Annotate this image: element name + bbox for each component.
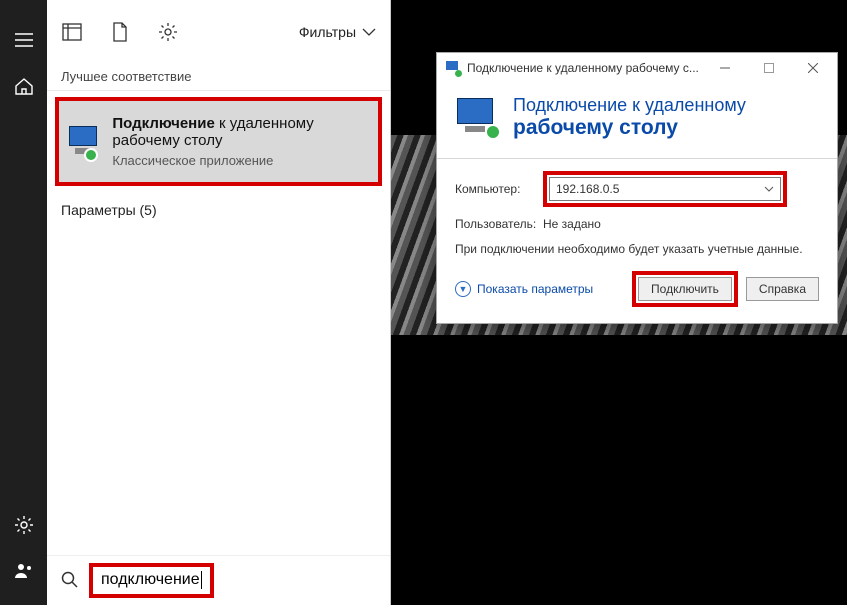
search-result-text: Подключение к удаленному рабочему столу … xyxy=(112,115,370,168)
close-button[interactable] xyxy=(791,54,835,82)
computer-label: Компьютер: xyxy=(455,182,533,196)
window-buttons xyxy=(703,54,835,82)
search-box-row: подключение xyxy=(47,555,390,605)
filters-label: Фильтры xyxy=(299,24,356,40)
connect-button-highlight: Подключить xyxy=(632,271,738,307)
start-rail xyxy=(0,0,47,605)
chevron-down-icon xyxy=(764,186,774,192)
minimize-button[interactable] xyxy=(703,54,747,82)
rdp-header-icon xyxy=(455,96,499,140)
credentials-note: При подключении необходимо будет указать… xyxy=(455,241,819,257)
settings-results-header[interactable]: Параметры (5) xyxy=(47,192,390,228)
search-result-title: Подключение к удаленному рабочему столу xyxy=(112,115,370,149)
rdp-body: Компьютер: 192.168.0.5 Пользователь: Не … xyxy=(437,159,837,323)
rdp-footer: ▼ Показать параметры Подключить Справка xyxy=(455,271,819,307)
expand-chevron-icon: ▼ xyxy=(455,281,471,297)
computer-row: Компьютер: 192.168.0.5 xyxy=(455,171,819,207)
settings-scope-icon[interactable] xyxy=(157,21,179,43)
rdp-header-text: Подключение к удаленному рабочему столу xyxy=(513,95,746,140)
computer-value: 192.168.0.5 xyxy=(556,182,619,196)
search-result-rdp[interactable]: Подключение к удаленному рабочему столу … xyxy=(55,97,382,186)
show-options-label: Показать параметры xyxy=(477,282,593,296)
computer-field-highlight: 192.168.0.5 xyxy=(543,171,787,207)
rdp-titlebar[interactable]: Подключение к удаленному рабочему с... xyxy=(437,53,837,83)
user-row: Пользователь: Не задано xyxy=(455,217,819,231)
user-switch-icon[interactable] xyxy=(12,559,36,583)
gear-icon[interactable] xyxy=(12,513,36,537)
rdp-window-title: Подключение к удаленному рабочему с... xyxy=(467,61,699,75)
computer-combobox[interactable]: 192.168.0.5 xyxy=(549,177,781,201)
show-options-toggle[interactable]: ▼ Показать параметры xyxy=(455,281,593,297)
documents-scope-icon[interactable] xyxy=(109,21,131,43)
cortana-search-panel: Фильтры Лучшее соответствие Подключение … xyxy=(47,0,391,605)
home-icon[interactable] xyxy=(12,74,36,98)
rdp-buttons: Подключить Справка xyxy=(632,271,819,307)
rdp-header-line1: Подключение к удаленному xyxy=(513,95,746,116)
connect-button[interactable]: Подключить xyxy=(638,277,732,301)
rdp-dialog: Подключение к удаленному рабочему с... П… xyxy=(436,52,838,324)
search-result-subtitle: Классическое приложение xyxy=(112,153,370,168)
user-label: Пользователь: xyxy=(455,217,533,231)
search-input[interactable]: подключение xyxy=(89,563,214,597)
rdp-header: Подключение к удаленному рабочему столу xyxy=(437,83,837,159)
rdp-app-icon xyxy=(67,124,96,160)
search-input-value: подключение xyxy=(101,572,200,589)
menu-icon[interactable] xyxy=(12,28,36,52)
search-icon xyxy=(61,571,81,591)
help-button[interactable]: Справка xyxy=(746,277,819,301)
rdp-window-icon xyxy=(445,60,461,76)
rdp-header-line2: рабочему столу xyxy=(513,116,746,140)
filters-dropdown[interactable]: Фильтры xyxy=(299,24,376,40)
chevron-down-icon xyxy=(362,28,376,36)
text-cursor xyxy=(201,571,202,589)
apps-scope-icon[interactable] xyxy=(61,21,83,43)
best-match-header: Лучшее соответствие xyxy=(47,63,390,91)
maximize-button[interactable] xyxy=(747,54,791,82)
user-value: Не задано xyxy=(543,217,601,231)
search-panel-toolbar: Фильтры xyxy=(47,0,390,63)
